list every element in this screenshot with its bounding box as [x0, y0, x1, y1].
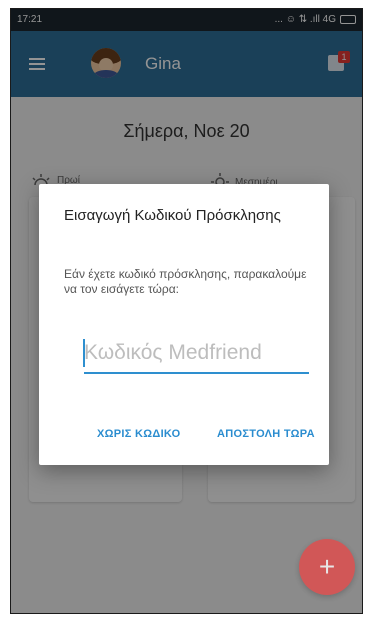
invite-code-dialog: Εισαγωγή Κωδικού Πρόσκλησης Εάν έχετε κω…: [39, 184, 329, 465]
skip-code-button[interactable]: ΧΩΡΙΣ ΚΩΔΙΚΟ: [97, 428, 181, 440]
dialog-title: Εισαγωγή Κωδικού Πρόσκλησης: [64, 207, 281, 224]
send-now-button[interactable]: ΑΠΟΣΤΟΛΗ ΤΩΡΑ: [217, 428, 315, 440]
phone-screen: 17:21 ... ☺ ⇅ .ıll 4G Gina 1 Σήμερα, Νοε…: [10, 8, 363, 614]
dialog-message: Εάν έχετε κωδικό πρόσκλησης, παρακαλούμε…: [64, 267, 307, 296]
add-button[interactable]: +: [299, 539, 355, 595]
invite-code-input[interactable]: [84, 334, 309, 374]
